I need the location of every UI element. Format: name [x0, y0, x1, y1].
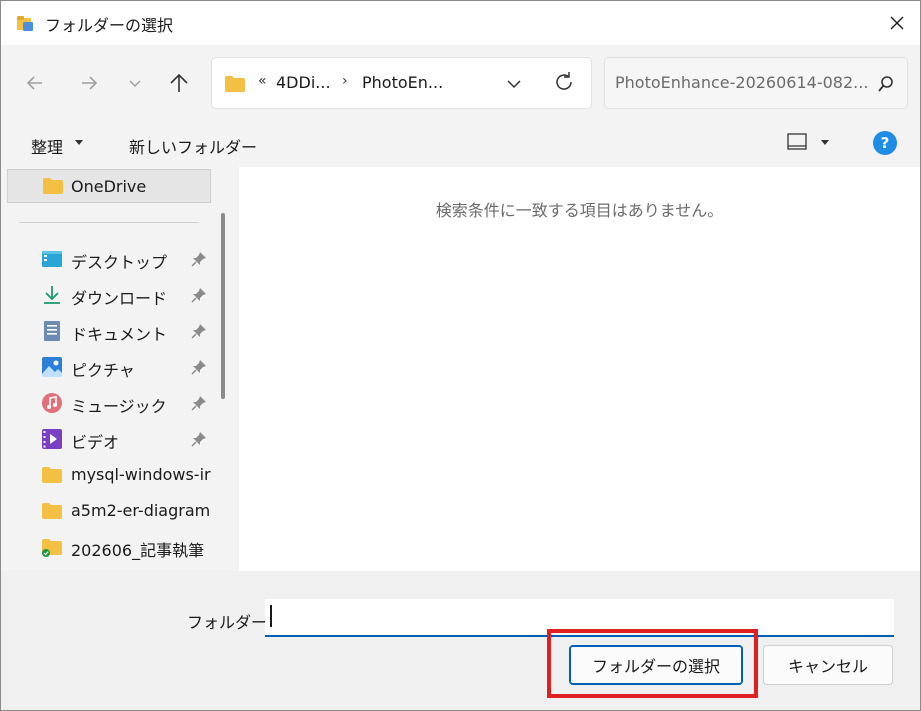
- pin-icon: [191, 396, 206, 411]
- arrow-up-icon: [170, 73, 188, 92]
- arrow-left-icon: [26, 76, 42, 90]
- pin-icon: [191, 288, 206, 303]
- sidebar-item-pictures[interactable]: ピクチャ: [1, 350, 217, 384]
- navigation-bar: « 4DDi... › PhotoEn... PhotoEnhance-2026…: [1, 45, 920, 121]
- forward-button[interactable]: [73, 67, 105, 99]
- pin-icon: [191, 252, 206, 267]
- search-box[interactable]: PhotoEnhance-20260614-082...: [604, 57, 908, 109]
- breadcrumb-item[interactable]: 4DDi...: [276, 73, 331, 92]
- sidebar-item-music[interactable]: ミュージック: [1, 386, 217, 420]
- desktop-icon: [42, 251, 62, 267]
- sidebar-item-label: 202606_記事執筆: [71, 541, 205, 560]
- command-bar: 整理 新しいフォルダー: [1, 121, 920, 167]
- select-folder-button[interactable]: フォルダーの選択: [569, 645, 743, 685]
- folder-icon: [42, 503, 62, 519]
- folder-picker-dialog: フォルダーの選択 « 4DDi... › PhotoEn... PhotoEnh…: [0, 0, 921, 711]
- folder-icon: [225, 76, 245, 92]
- folder-synced-icon: [42, 539, 62, 557]
- recent-locations-button[interactable]: [119, 67, 151, 99]
- sidebar-item-label: OneDrive: [71, 177, 147, 196]
- refresh-icon[interactable]: [552, 70, 576, 94]
- app-folder-icon: [17, 16, 33, 31]
- video-icon: [42, 429, 62, 449]
- breadcrumb-separator: ›: [342, 73, 348, 89]
- breadcrumb-item[interactable]: PhotoEn...: [362, 73, 443, 92]
- organize-menu[interactable]: 整理: [31, 134, 63, 158]
- close-button[interactable]: [874, 1, 920, 45]
- dialog-footer: フォルダー: フォルダーの選択 キャンセル: [1, 571, 920, 710]
- empty-message: 検索条件に一致する項目はありません。: [435, 201, 724, 220]
- view-pane-icon[interactable]: [787, 133, 807, 151]
- window-title: フォルダーの選択: [45, 16, 174, 35]
- help-icon[interactable]: ?: [873, 131, 897, 155]
- title-bar: フォルダーの選択: [1, 1, 920, 45]
- sidebar-item-onedrive[interactable]: OneDrive: [7, 169, 211, 203]
- chevron-down-icon[interactable]: [504, 74, 524, 94]
- up-button[interactable]: [163, 67, 195, 99]
- navigation-pane: OneDrive デスクトップ ダウンロード ドキュメント ピクチャ ミュージッ…: [1, 167, 231, 571]
- arrow-right-icon: [82, 76, 98, 90]
- sidebar-item-videos[interactable]: ビデオ: [1, 422, 217, 456]
- sidebar-item-label: a5m2-er-diagram: [71, 501, 211, 520]
- sidebar-item-202606[interactable]: 202606_記事執筆: [1, 530, 217, 564]
- folder-icon: [43, 178, 63, 194]
- cancel-button[interactable]: キャンセル: [763, 645, 893, 685]
- folder-field-label: フォルダー:: [187, 613, 273, 632]
- sidebar-item-mysql-windows[interactable]: mysql-windows-ir: [1, 458, 217, 492]
- chevron-down-icon: [129, 80, 141, 88]
- pictures-icon: [42, 357, 62, 377]
- download-icon: [44, 286, 60, 304]
- pin-icon: [191, 432, 206, 447]
- pin-icon: [191, 360, 206, 375]
- sidebar-item-downloads[interactable]: ダウンロード: [1, 278, 217, 312]
- sidebar-divider: [19, 222, 199, 223]
- address-bar[interactable]: « 4DDi... › PhotoEn...: [211, 57, 592, 109]
- breadcrumb-overflow[interactable]: «: [258, 73, 267, 89]
- new-folder-button[interactable]: 新しいフォルダー: [129, 134, 257, 158]
- sidebar-scrollbar[interactable]: [221, 213, 225, 399]
- search-input[interactable]: PhotoEnhance-20260614-082...: [615, 73, 867, 92]
- sidebar-item-desktop[interactable]: デスクトップ: [1, 242, 217, 276]
- folder-icon: [42, 467, 62, 483]
- search-icon[interactable]: [877, 75, 895, 93]
- document-icon: [44, 321, 60, 341]
- back-button[interactable]: [19, 67, 51, 99]
- music-icon: [42, 393, 62, 413]
- sidebar-item-label: mysql-windows-ir: [71, 465, 211, 484]
- close-icon: [890, 16, 904, 30]
- sidebar-item-a5m2-er-diagram[interactable]: a5m2-er-diagram: [1, 494, 217, 528]
- sidebar-item-documents[interactable]: ドキュメント: [1, 314, 217, 348]
- text-cursor: [270, 605, 272, 627]
- file-list-pane: 検索条件に一致する項目はありません。: [239, 167, 920, 571]
- caret-down-icon[interactable]: [75, 140, 83, 146]
- pin-icon: [191, 324, 206, 339]
- caret-down-icon[interactable]: [821, 140, 829, 146]
